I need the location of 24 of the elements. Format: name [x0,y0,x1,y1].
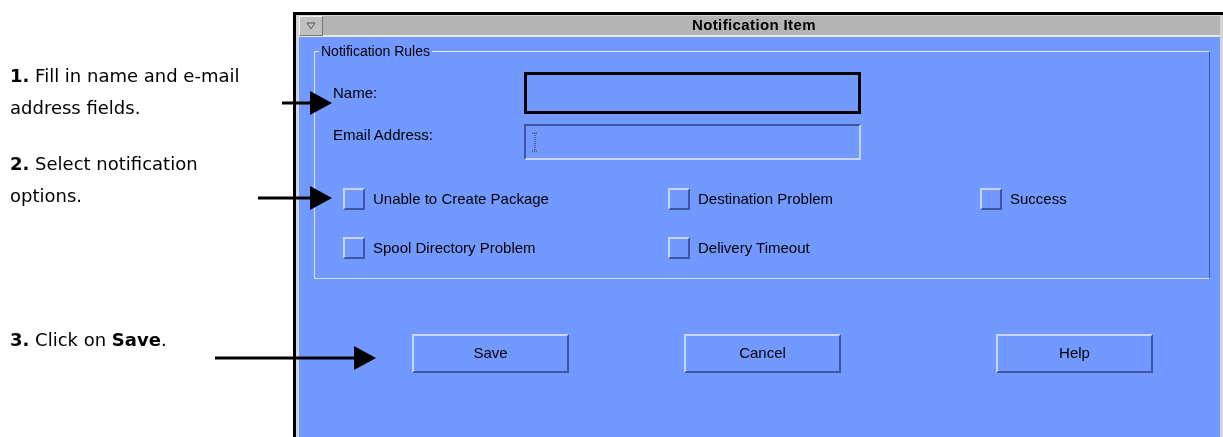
text-field[interactable] [524,72,861,114]
dialog-button[interactable]: Cancel [684,334,841,373]
checkbox[interactable] [343,188,365,211]
step-instruction: 2. Select notification options. [10,152,199,208]
dialog-button[interactable]: Save [412,334,569,373]
checkbox-label: Unable to Create Package [373,189,549,209]
checkbox[interactable] [668,236,690,259]
step-instruction: 3. Click on Save. [10,328,167,352]
text-cursor-icon [532,132,538,152]
checkbox[interactable] [668,188,690,211]
checkbox-label: Success [1010,189,1067,209]
checkbox[interactable] [343,236,365,259]
field-label: Name: [333,83,379,103]
step-instruction: 1. Fill in name and e-mail address fields. [10,64,241,120]
triangle-icon [306,21,316,30]
checkbox-label: Delivery Timeout [698,237,810,258]
checkbox[interactable] [980,188,1002,211]
window-title: Notification Item [692,15,816,36]
field-label: Email Address: [333,125,435,145]
window-menu-button[interactable] [299,15,323,36]
text-field[interactable] [524,124,861,160]
checkbox-label: Spool Directory Problem [373,237,536,258]
dialog-button[interactable]: Help [996,334,1153,373]
checkbox-label: Destination Problem [698,189,834,209]
